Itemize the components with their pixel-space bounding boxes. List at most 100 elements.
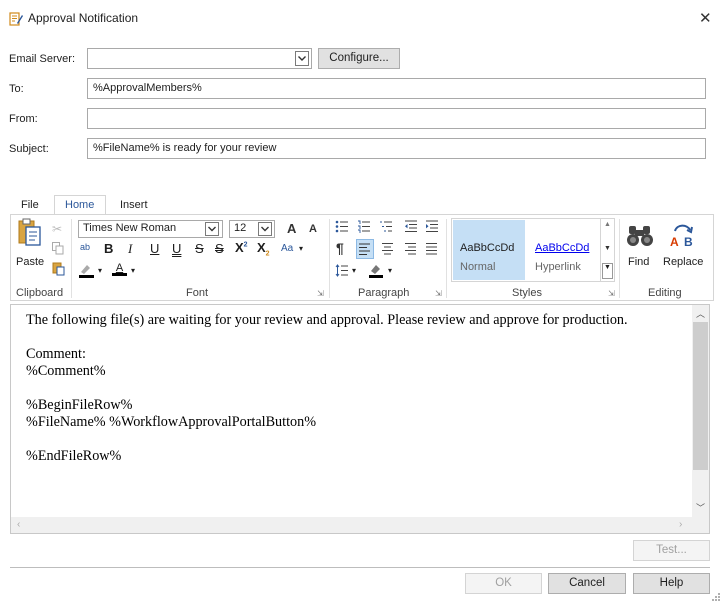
superscript-button[interactable]: X2 <box>235 240 248 255</box>
editor-line: %Comment% <box>26 363 106 379</box>
font-group-label: Font <box>186 287 209 299</box>
style-hyperlink[interactable]: AaBbCcDd Hyperlink <box>529 220 597 280</box>
footer-divider <box>10 567 710 568</box>
help-button[interactable]: Help <box>633 573 710 594</box>
scroll-left-icon[interactable]: ‹ <box>17 519 20 530</box>
to-field[interactable]: %ApprovalMembers% <box>87 78 706 99</box>
show-formatting-button[interactable]: ¶ <box>336 240 344 256</box>
style-normal[interactable]: AaBbCcDd Normal <box>453 220 525 280</box>
scroll-right-icon[interactable]: › <box>679 519 682 530</box>
style-hyperlink-preview: AaBbCcDd <box>535 242 590 254</box>
chevron-down-icon[interactable] <box>295 51 309 66</box>
cut-icon[interactable]: ✂ <box>52 222 62 236</box>
ribbon-divider <box>71 219 72 298</box>
style-hyperlink-name: Hyperlink <box>535 261 581 273</box>
paragraph-dialog-launcher-icon[interactable]: ⇲ <box>435 289 442 298</box>
paragraph-group-label: Paragraph <box>358 287 410 299</box>
italic-button[interactable]: I <box>128 241 132 257</box>
replace-button[interactable]: Replace <box>663 256 703 268</box>
notification-edit-icon <box>9 11 23 26</box>
find-button[interactable]: Find <box>628 256 649 268</box>
ok-button[interactable]: OK <box>465 573 542 594</box>
copy-icon[interactable] <box>52 242 64 258</box>
double-strikethrough-button[interactable]: S <box>215 241 224 256</box>
scroll-corner <box>692 517 709 533</box>
decrease-indent-icon[interactable] <box>404 220 417 236</box>
from-field[interactable] <box>87 108 706 129</box>
increase-indent-icon[interactable] <box>425 220 438 236</box>
binoculars-icon[interactable] <box>626 224 654 251</box>
justify-icon[interactable] <box>425 242 438 258</box>
vertical-scroll-thumb[interactable] <box>693 322 708 470</box>
vertical-scrollbar[interactable]: ︿ ﹀ <box>692 305 709 517</box>
change-case-button[interactable]: Aa <box>281 243 293 254</box>
svg-text:A: A <box>670 235 679 248</box>
styles-more-icon[interactable]: ▼ <box>602 263 613 279</box>
subject-field[interactable]: %FileName% is ready for your review <box>87 138 706 159</box>
tab-home-box[interactable]: Home <box>54 195 106 215</box>
tab-home[interactable]: Home <box>65 199 94 211</box>
cancel-button[interactable]: Cancel <box>548 573 626 594</box>
editor-line: %BeginFileRow% <box>26 397 133 413</box>
from-label: From: <box>9 113 38 125</box>
shading-chevron-icon[interactable]: ▾ <box>388 266 392 275</box>
highlight-color-icon[interactable] <box>78 263 95 278</box>
bold-button[interactable]: B <box>104 241 113 256</box>
resize-grip-icon[interactable] <box>709 590 721 602</box>
shrink-font-button[interactable]: A <box>309 223 317 235</box>
editor-line: %FileName% %WorkflowApprovalPortalButton… <box>26 414 317 430</box>
align-right-icon[interactable] <box>404 242 417 258</box>
email-server-label: Email Server: <box>9 53 76 65</box>
align-center-icon[interactable] <box>381 242 394 258</box>
test-button[interactable]: Test... <box>633 540 710 561</box>
close-icon[interactable]: ✕ <box>699 9 712 27</box>
subscript-button[interactable]: X2 <box>257 240 270 258</box>
tab-file[interactable]: File <box>21 199 39 211</box>
styles-dialog-launcher-icon[interactable]: ⇲ <box>608 289 615 298</box>
window-title: Approval Notification <box>28 11 139 25</box>
style-normal-preview: AaBbCcDd <box>460 242 515 254</box>
styles-group-label: Styles <box>512 287 542 299</box>
strikethrough-button[interactable]: S <box>195 241 204 256</box>
styles-scroll-down-icon[interactable]: ▼ <box>604 245 611 252</box>
font-color-button[interactable]: A <box>112 262 127 278</box>
paste-icon[interactable] <box>18 218 42 248</box>
scroll-down-icon[interactable]: ﹀ <box>696 501 705 514</box>
scroll-up-icon[interactable]: ︿ <box>696 307 705 320</box>
configure-button[interactable]: Configure... <box>318 48 400 69</box>
line-spacing-chevron-icon[interactable]: ▾ <box>352 266 356 275</box>
numbering-icon[interactable] <box>357 220 371 236</box>
highlight-icon[interactable]: ab <box>80 242 90 252</box>
line-spacing-icon[interactable] <box>335 264 349 280</box>
underline-button[interactable]: U <box>150 241 159 256</box>
tab-insert[interactable]: Insert <box>120 199 148 211</box>
align-left-button[interactable] <box>356 239 374 259</box>
paste-button[interactable]: Paste <box>16 256 44 268</box>
ribbon-divider <box>619 219 620 298</box>
font-family-select[interactable]: Times New Roman <box>78 220 223 238</box>
horizontal-scrollbar[interactable]: ‹ › <box>11 517 692 533</box>
font-color-chevron-icon[interactable]: ▾ <box>131 266 135 275</box>
multilevel-list-icon[interactable] <box>379 220 393 236</box>
highlight-chevron-icon[interactable]: ▾ <box>98 266 102 275</box>
ribbon-divider <box>446 219 447 298</box>
styles-scroll-up-icon[interactable]: ▲ <box>604 221 611 228</box>
editor-line: The following file(s) are waiting for yo… <box>26 312 628 328</box>
format-painter-icon[interactable] <box>52 262 65 279</box>
editor-content[interactable]: The following file(s) are waiting for yo… <box>26 312 691 465</box>
font-dialog-launcher-icon[interactable]: ⇲ <box>317 289 324 298</box>
bullets-icon[interactable] <box>335 220 349 236</box>
grow-font-button[interactable]: A <box>287 221 296 236</box>
styles-scrollbar[interactable]: ▲ ▼ ▼ <box>600 219 614 281</box>
font-size-chevron-icon[interactable] <box>258 222 272 236</box>
subject-label: Subject: <box>9 143 49 155</box>
double-underline-button[interactable]: U <box>172 241 181 256</box>
email-server-select[interactable] <box>87 48 312 69</box>
message-editor[interactable]: The following file(s) are waiting for yo… <box>10 304 710 534</box>
font-family-chevron-icon[interactable] <box>205 222 219 236</box>
superscript-label: X <box>235 240 244 255</box>
change-case-chevron-icon[interactable]: ▾ <box>299 244 303 253</box>
replace-icon[interactable]: A B <box>667 222 697 251</box>
shading-icon[interactable] <box>368 263 384 281</box>
